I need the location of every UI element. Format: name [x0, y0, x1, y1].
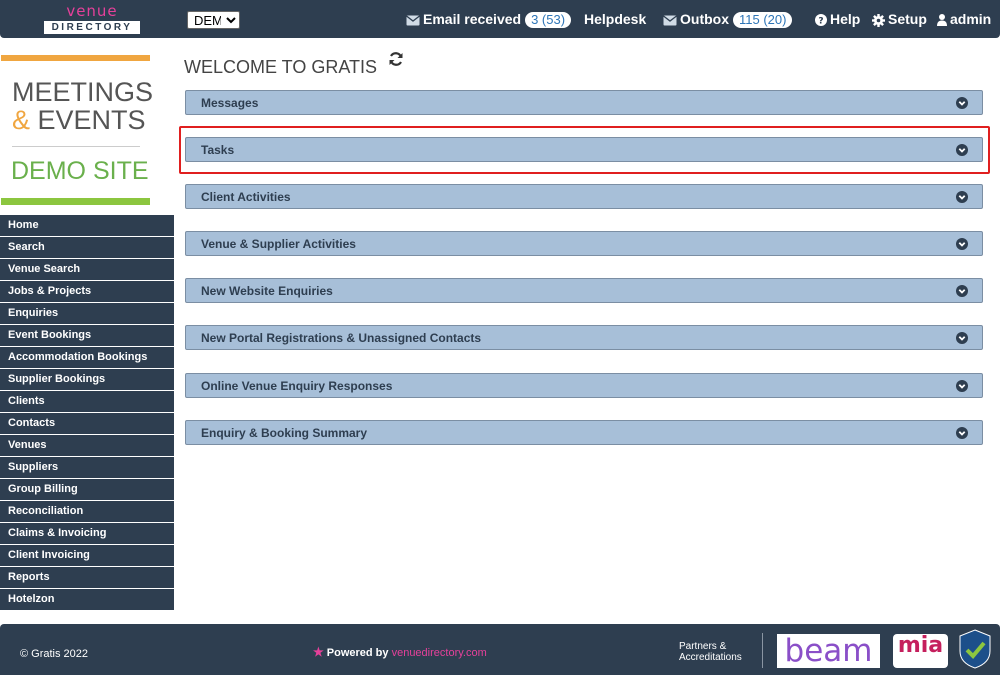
sidebar-item-home[interactable]: Home	[0, 215, 174, 236]
sidebar-item-contacts[interactable]: Contacts	[0, 413, 174, 434]
brand-bottom-stripe	[1, 198, 150, 205]
question-circle-icon: ?	[815, 14, 827, 27]
panel-title: New Portal Registrations & Unassigned Co…	[201, 331, 482, 345]
chevron-down-circle-icon	[956, 97, 968, 109]
email-received-link[interactable]: Email received 3 (53)	[406, 11, 572, 28]
chevron-down-circle-icon	[956, 238, 968, 250]
chevron-down-circle-icon	[956, 144, 968, 156]
logo-wordmark-bottom: DIRECTORY	[44, 21, 140, 34]
sidebar-item-supplier-bookings[interactable]: Supplier Bookings	[0, 369, 174, 390]
panel-enquiry-booking-summary[interactable]: Enquiry & Booking Summary	[185, 420, 983, 445]
page-title: WELCOME TO GRATIS	[184, 57, 378, 77]
sidebar-item-reconciliation[interactable]: Reconciliation	[0, 501, 174, 522]
panel-new-portal-registrations[interactable]: New Portal Registrations & Unassigned Co…	[185, 325, 983, 350]
venuedirectory-link[interactable]: venuedirectory.com	[392, 647, 487, 659]
brand-events-text: EVENTS	[37, 105, 146, 135]
svg-text:?: ?	[818, 17, 823, 27]
panel-new-website-enquiries[interactable]: New Website Enquiries	[185, 278, 983, 303]
email-received-label: Email received	[423, 11, 522, 27]
sidebar-item-venue-search[interactable]: Venue Search	[0, 259, 174, 280]
helpdesk-label: Helpdesk	[584, 11, 647, 27]
mia-logo-text: mia	[897, 633, 944, 658]
sidebar-item-client-invoicing[interactable]: Client Invoicing	[0, 545, 174, 566]
outbox-label: Outbox	[680, 11, 729, 27]
panel-venue-supplier-activities[interactable]: Venue & Supplier Activities	[185, 231, 983, 256]
outbox-link[interactable]: Outbox 115 (20)	[663, 11, 793, 28]
panel-title: Enquiry & Booking Summary	[201, 426, 368, 440]
panel-title: Venue & Supplier Activities	[201, 237, 356, 251]
sidebar-item-event-bookings[interactable]: Event Bookings	[0, 325, 174, 346]
brand-events-line: & EVENTS	[12, 105, 146, 135]
panel-title: Online Venue Enquiry Responses	[201, 379, 393, 393]
top-navbar: venue DIRECTORY DEM Email received 3 (53)…	[0, 0, 1000, 38]
sidebar-item-search[interactable]: Search	[0, 237, 174, 258]
partners-divider	[762, 633, 763, 668]
brand-demo-site-text: DEMO SITE	[11, 157, 149, 185]
chevron-down-circle-icon	[956, 380, 968, 392]
sidebar-item-claims-invoicing[interactable]: Claims & Invoicing	[0, 523, 174, 544]
outbox-count-badge: 115 (20)	[733, 12, 793, 28]
beam-logo[interactable]: beam	[777, 634, 880, 668]
sidebar-item-group-billing[interactable]: Group Billing	[0, 479, 174, 500]
panel-messages[interactable]: Messages	[185, 90, 983, 115]
sidebar-item-reports[interactable]: Reports	[0, 567, 174, 588]
chevron-down-circle-icon	[956, 427, 968, 439]
star-icon: ★	[313, 645, 324, 659]
site-selector[interactable]: DEM	[187, 11, 240, 29]
sidebar-item-enquiries[interactable]: Enquiries	[0, 303, 174, 324]
chevron-down-circle-icon	[956, 332, 968, 344]
panel-online-venue-enquiry-responses[interactable]: Online Venue Enquiry Responses	[185, 373, 983, 398]
sidebar-item-venues[interactable]: Venues	[0, 435, 174, 456]
panel-title: Tasks	[201, 143, 235, 157]
envelope-icon	[663, 15, 677, 26]
powered-by-label: Powered by	[326, 647, 389, 659]
sidebar-item-jobs-projects[interactable]: Jobs & Projects	[0, 281, 174, 302]
panel-client-activities[interactable]: Client Activities	[185, 184, 983, 209]
help-link[interactable]: ? Help	[815, 11, 860, 28]
chevron-down-circle-icon	[956, 191, 968, 203]
user-menu[interactable]: admin	[937, 11, 991, 28]
help-label: Help	[830, 11, 861, 27]
sidebar-item-suppliers[interactable]: Suppliers	[0, 457, 174, 478]
chevron-down-circle-icon	[956, 285, 968, 297]
brand-divider	[12, 146, 140, 147]
refresh-icon[interactable]	[388, 51, 404, 67]
partners-label: Partners & Accreditations	[679, 641, 742, 663]
certification-badge-icon[interactable]	[958, 629, 992, 669]
partners-label-line1: Partners &	[679, 641, 727, 652]
powered-by: ★ Powered by venuedirectory.com	[313, 645, 487, 659]
panel-title: Client Activities	[201, 190, 291, 204]
copyright-text: © Gratis 2022	[20, 648, 89, 660]
brand-top-stripe	[1, 55, 150, 61]
mia-logo[interactable]: mia	[893, 634, 948, 668]
panel-title: New Website Enquiries	[201, 284, 333, 298]
email-count-badge: 3 (53)	[525, 12, 572, 28]
panel-tasks[interactable]: Tasks	[185, 137, 983, 162]
envelope-icon	[406, 15, 420, 26]
venue-directory-logo[interactable]: venue DIRECTORY	[44, 4, 140, 36]
sidebar-item-clients[interactable]: Clients	[0, 391, 174, 412]
helpdesk-link[interactable]: Helpdesk	[584, 11, 646, 28]
setup-link[interactable]: Setup	[872, 11, 927, 28]
gear-icon	[872, 13, 885, 27]
panel-title: Messages	[201, 96, 259, 110]
user-icon	[937, 14, 947, 27]
sidebar-item-hotelzon[interactable]: Hotelzon	[0, 589, 174, 610]
partners-label-line2: Accreditations	[679, 652, 742, 663]
brand-ampersand: &	[12, 105, 31, 135]
logo-wordmark-top: venue	[66, 2, 118, 20]
setup-label: Setup	[888, 11, 927, 27]
sidebar-item-accommodation-bookings[interactable]: Accommodation Bookings	[0, 347, 174, 368]
sidebar-menu: Home Search Venue Search Jobs & Projects…	[0, 215, 174, 611]
brand-meetings-text: MEETINGS	[12, 77, 154, 107]
user-label: admin	[950, 11, 992, 27]
